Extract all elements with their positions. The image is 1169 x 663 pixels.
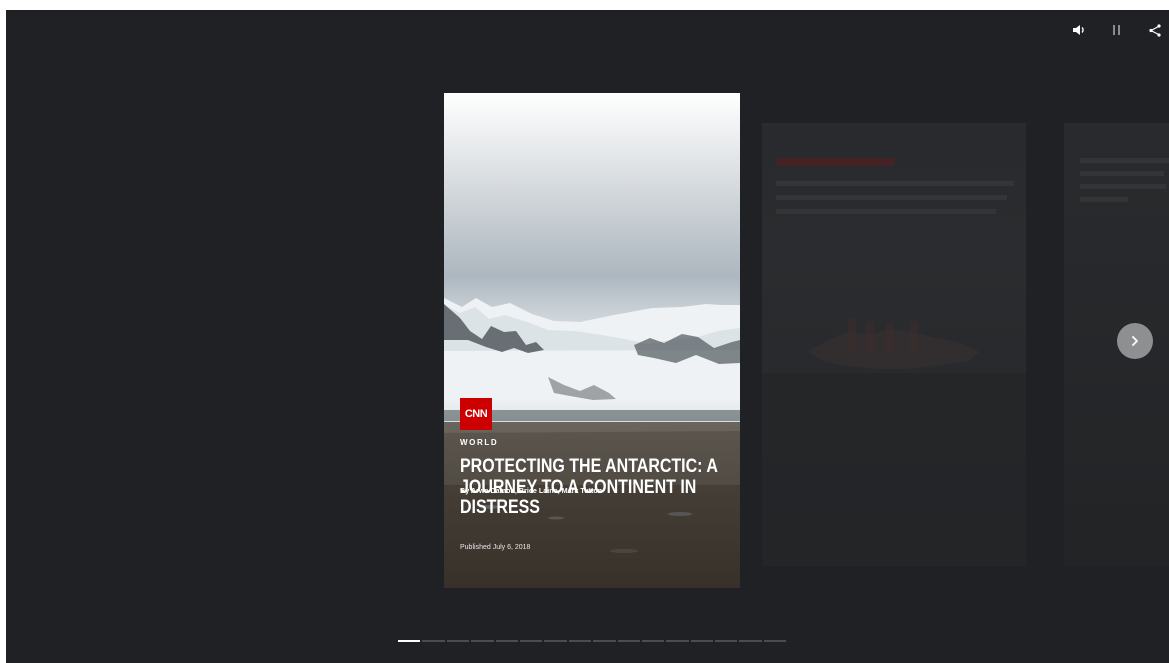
progress-segment[interactable]: [763, 640, 787, 642]
progress-segment[interactable]: [544, 640, 567, 642]
peek-card-text-line: [1080, 158, 1169, 163]
card-content: CNN WORLD PROTECTING THE ANTARCTIC: A JO…: [460, 398, 724, 551]
progress-segment[interactable]: [666, 640, 689, 642]
progress-segment[interactable]: [495, 640, 518, 642]
chevron-right-icon: [1132, 336, 1138, 346]
story-byline: By Arwa Damon, Brice Laine, Mark Tutton: [460, 486, 603, 495]
pause-icon[interactable]: [1107, 20, 1127, 40]
story-cover-card[interactable]: CNN WORLD PROTECTING THE ANTARCTIC: A JO…: [444, 93, 740, 588]
progress-segment[interactable]: [471, 640, 494, 642]
progress-segment[interactable]: [446, 640, 470, 642]
progress-segment[interactable]: [593, 640, 616, 642]
story-viewer: CNN WORLD PROTECTING THE ANTARCTIC: A JO…: [6, 10, 1169, 663]
progress-segment[interactable]: [715, 640, 738, 642]
story-progress-bar: [398, 640, 787, 642]
share-icon[interactable]: [1145, 20, 1165, 40]
progress-segment[interactable]: [398, 640, 421, 642]
next-card-image: [762, 318, 1026, 566]
peek-card-text-line: [1080, 171, 1164, 176]
next-story-card[interactable]: [762, 123, 1026, 566]
peek-card-text-line: [1080, 197, 1128, 202]
progress-segment[interactable]: [519, 640, 543, 642]
progress-segment[interactable]: [422, 640, 445, 642]
volume-icon[interactable]: [1069, 20, 1089, 40]
top-controls: [1069, 20, 1169, 40]
progress-segment[interactable]: [568, 640, 592, 642]
progress-segment[interactable]: [690, 640, 714, 642]
published-date: Published July 6, 2018: [460, 544, 531, 551]
peek-card-text-line: [1080, 184, 1166, 189]
progress-segment[interactable]: [739, 640, 762, 642]
progress-segment[interactable]: [641, 640, 665, 642]
cnn-logo: CNN: [460, 398, 492, 430]
next-story-button[interactable]: [1117, 323, 1153, 359]
section-label: WORLD: [460, 438, 499, 447]
progress-segment[interactable]: [617, 640, 640, 642]
